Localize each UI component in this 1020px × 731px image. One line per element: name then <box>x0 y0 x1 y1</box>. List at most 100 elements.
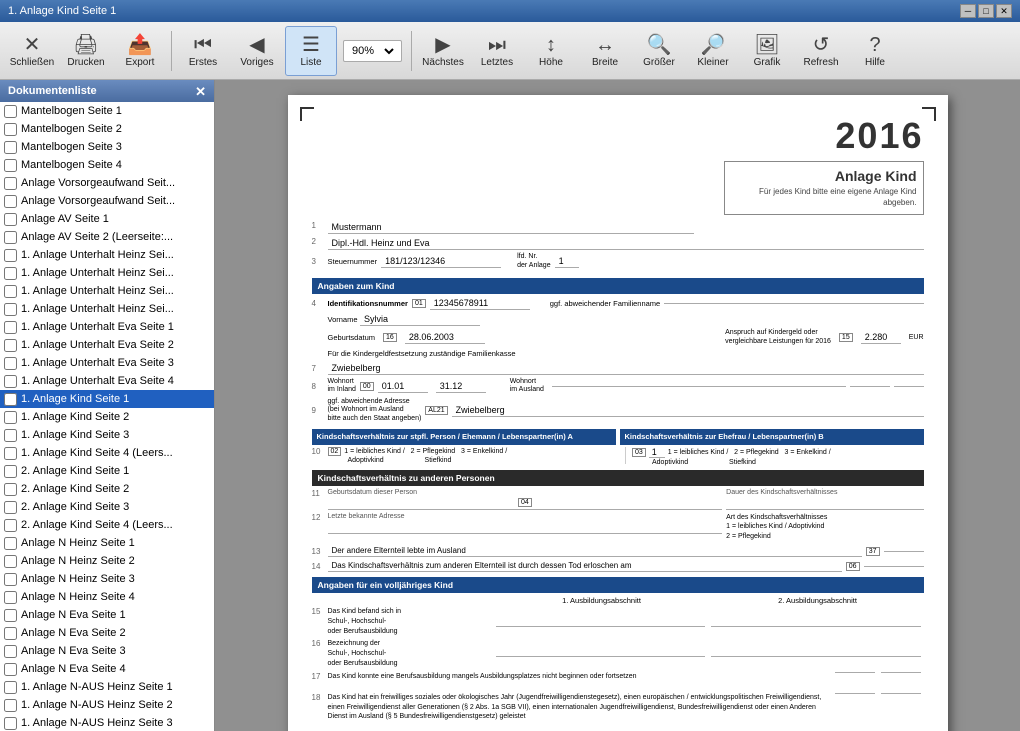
sidebar-list-item[interactable]: 2. Anlage Kind Seite 3 <box>0 498 214 516</box>
form-row-17: 17 Das Kind konnte eine Berufsausbildung… <box>312 672 924 690</box>
toolbar-help-button[interactable]: ?Hilfe <box>849 26 901 76</box>
toolbar-bigger-button[interactable]: 🔍Größer <box>633 26 685 76</box>
sidebar-item-checkbox[interactable] <box>4 141 17 154</box>
sidebar-item-checkbox[interactable] <box>4 519 17 532</box>
toolbar-height-button[interactable]: ↕Höhe <box>525 26 577 76</box>
sidebar-list-item[interactable]: 1. Anlage Kind Seite 3 <box>0 426 214 444</box>
sidebar-item-checkbox[interactable] <box>4 627 17 640</box>
sidebar-list-item[interactable]: Anlage N Heinz Seite 2 <box>0 552 214 570</box>
sidebar-item-checkbox[interactable] <box>4 483 17 496</box>
toolbar-width-button[interactable]: ↔Breite <box>579 26 631 76</box>
sidebar-item-checkbox[interactable] <box>4 177 17 190</box>
sidebar-item-checkbox[interactable] <box>4 321 17 334</box>
sidebar-item-checkbox[interactable] <box>4 195 17 208</box>
sidebar-item-checkbox[interactable] <box>4 717 17 730</box>
toolbar-next-button[interactable]: ▶Nächstes <box>417 26 469 76</box>
sidebar-item-checkbox[interactable] <box>4 123 17 136</box>
sidebar-item-checkbox[interactable] <box>4 447 17 460</box>
sidebar-item-checkbox[interactable] <box>4 699 17 712</box>
sidebar-item-checkbox[interactable] <box>4 645 17 658</box>
toolbar-export-button[interactable]: 📤Export <box>114 26 166 76</box>
sidebar-list[interactable]: Mantelbogen Seite 1Mantelbogen Seite 2Ma… <box>0 102 214 731</box>
sidebar-item-checkbox[interactable] <box>4 411 17 424</box>
row11-label-geburt: Geburtsdatum dieser Person <box>328 489 723 496</box>
sidebar-list-item[interactable]: 1. Anlage Unterhalt Eva Seite 3 <box>0 354 214 372</box>
toolbar-help-label: Hilfe <box>865 57 885 68</box>
sidebar-item-checkbox[interactable] <box>4 501 17 514</box>
sidebar-list-item[interactable]: 1. Anlage Unterhalt Eva Seite 1 <box>0 318 214 336</box>
sidebar-item-checkbox[interactable] <box>4 465 17 478</box>
sidebar-item-checkbox[interactable] <box>4 429 17 442</box>
sidebar-list-item[interactable]: 1. Anlage Unterhalt Eva Seite 2 <box>0 336 214 354</box>
sidebar-list-item[interactable]: Anlage Vorsorgeaufwand Seit... <box>0 192 214 210</box>
toolbar-prev-button[interactable]: ◀Voriges <box>231 26 283 76</box>
sidebar-item-checkbox[interactable] <box>4 591 17 604</box>
sidebar-item-checkbox[interactable] <box>4 213 17 226</box>
sidebar-item-checkbox[interactable] <box>4 357 17 370</box>
sidebar-list-item[interactable]: 1. Anlage Unterhalt Heinz Sei... <box>0 282 214 300</box>
sidebar-list-item[interactable]: 1. Anlage Unterhalt Heinz Sei... <box>0 300 214 318</box>
sidebar-list-item[interactable]: 1. Anlage Kind Seite 4 (Leers... <box>0 444 214 462</box>
sidebar-item-checkbox[interactable] <box>4 573 17 586</box>
sidebar-item-checkbox[interactable] <box>4 537 17 550</box>
sidebar-list-item[interactable]: Anlage N Eva Seite 2 <box>0 624 214 642</box>
sidebar-item-checkbox[interactable] <box>4 249 17 262</box>
sidebar-list-item[interactable]: 1. Anlage Unterhalt Heinz Sei... <box>0 264 214 282</box>
sidebar-list-item[interactable]: 1. Anlage N-AUS Heinz Seite 2 <box>0 696 214 714</box>
sidebar-item-checkbox[interactable] <box>4 555 17 568</box>
sidebar-list-item[interactable]: Mantelbogen Seite 4 <box>0 156 214 174</box>
sidebar-list-item[interactable]: 2. Anlage Kind Seite 4 (Leers... <box>0 516 214 534</box>
sidebar-list-item[interactable]: 1. Anlage Unterhalt Heinz Sei... <box>0 246 214 264</box>
sidebar-item-checkbox[interactable] <box>4 159 17 172</box>
sidebar-list-item[interactable]: 1. Anlage Unterhalt Eva Seite 4 <box>0 372 214 390</box>
sidebar-list-item[interactable]: 2. Anlage Kind Seite 2 <box>0 480 214 498</box>
toolbar-refresh-button[interactable]: ↺Refresh <box>795 26 847 76</box>
sidebar-item-checkbox[interactable] <box>4 105 17 118</box>
sidebar-list-item[interactable]: Anlage N Heinz Seite 1 <box>0 534 214 552</box>
prev-icon: ◀ <box>249 33 264 57</box>
year-header: 2016 <box>704 115 924 157</box>
sidebar-list-item[interactable]: 2. Anlage Kind Seite 1 <box>0 462 214 480</box>
sidebar-list-item[interactable]: Anlage N Heinz Seite 4 <box>0 588 214 606</box>
sidebar-item-checkbox[interactable] <box>4 339 17 352</box>
sidebar-list-item[interactable]: 1. Anlage Kind Seite 1 <box>0 390 214 408</box>
sidebar-list-item[interactable]: Anlage N Eva Seite 4 <box>0 660 214 678</box>
sidebar-list-item[interactable]: 1. Anlage Kind Seite 2 <box>0 408 214 426</box>
toolbar-first-button[interactable]: ⏮Erstes <box>177 26 229 76</box>
toolbar-close-button[interactable]: ✕Schließen <box>6 26 58 76</box>
close-window-button[interactable]: ✕ <box>996 4 1012 18</box>
toolbar: ✕Schließen🖨Drucken📤Export⏮Erstes◀Voriges… <box>0 22 1020 80</box>
sidebar-item-checkbox[interactable] <box>4 303 17 316</box>
toolbar-graphic-button[interactable]: 🖼Grafik <box>741 26 793 76</box>
sidebar-item-checkbox[interactable] <box>4 663 17 676</box>
sidebar-item-checkbox[interactable] <box>4 231 17 244</box>
ident-value: 12345678911 <box>430 297 530 310</box>
sidebar-list-item[interactable]: 1. Anlage N-AUS Heinz Seite 1 <box>0 678 214 696</box>
minimize-button[interactable]: ─ <box>960 4 976 18</box>
sidebar-list-item[interactable]: Anlage AV Seite 2 (Leerseite:... <box>0 228 214 246</box>
sidebar-list-item[interactable]: Mantelbogen Seite 3 <box>0 138 214 156</box>
zoom-select[interactable]: 50%75%90%100%125%150%200% <box>348 44 397 58</box>
sidebar-list-item[interactable]: Mantelbogen Seite 1 <box>0 102 214 120</box>
sidebar-list-item[interactable]: Mantelbogen Seite 2 <box>0 120 214 138</box>
sidebar-close-button[interactable]: ✕ <box>195 85 206 98</box>
toolbar-smaller-button[interactable]: 🔎Kleiner <box>687 26 739 76</box>
sidebar-item-label: 1. Anlage Unterhalt Eva Seite 4 <box>21 375 174 387</box>
sidebar-list-item[interactable]: Anlage AV Seite 1 <box>0 210 214 228</box>
sidebar-item-checkbox[interactable] <box>4 285 17 298</box>
toolbar-print-button[interactable]: 🖨Drucken <box>60 26 112 76</box>
sidebar-item-checkbox[interactable] <box>4 609 17 622</box>
sidebar-item-checkbox[interactable] <box>4 267 17 280</box>
sidebar-list-item[interactable]: 1. Anlage N-AUS Heinz Seite 3 <box>0 714 214 731</box>
zoom-control[interactable]: 50%75%90%100%125%150%200% <box>343 40 402 62</box>
sidebar-item-checkbox[interactable] <box>4 393 17 406</box>
sidebar-list-item[interactable]: Anlage N Eva Seite 1 <box>0 606 214 624</box>
sidebar-item-checkbox[interactable] <box>4 681 17 694</box>
maximize-button[interactable]: □ <box>978 4 994 18</box>
sidebar-list-item[interactable]: Anlage Vorsorgeaufwand Seit... <box>0 174 214 192</box>
sidebar-item-checkbox[interactable] <box>4 375 17 388</box>
toolbar-last-button[interactable]: ⏭Letztes <box>471 26 523 76</box>
sidebar-list-item[interactable]: Anlage N Eva Seite 3 <box>0 642 214 660</box>
sidebar-list-item[interactable]: Anlage N Heinz Seite 3 <box>0 570 214 588</box>
toolbar-list-button[interactable]: ☰Liste <box>285 26 337 76</box>
